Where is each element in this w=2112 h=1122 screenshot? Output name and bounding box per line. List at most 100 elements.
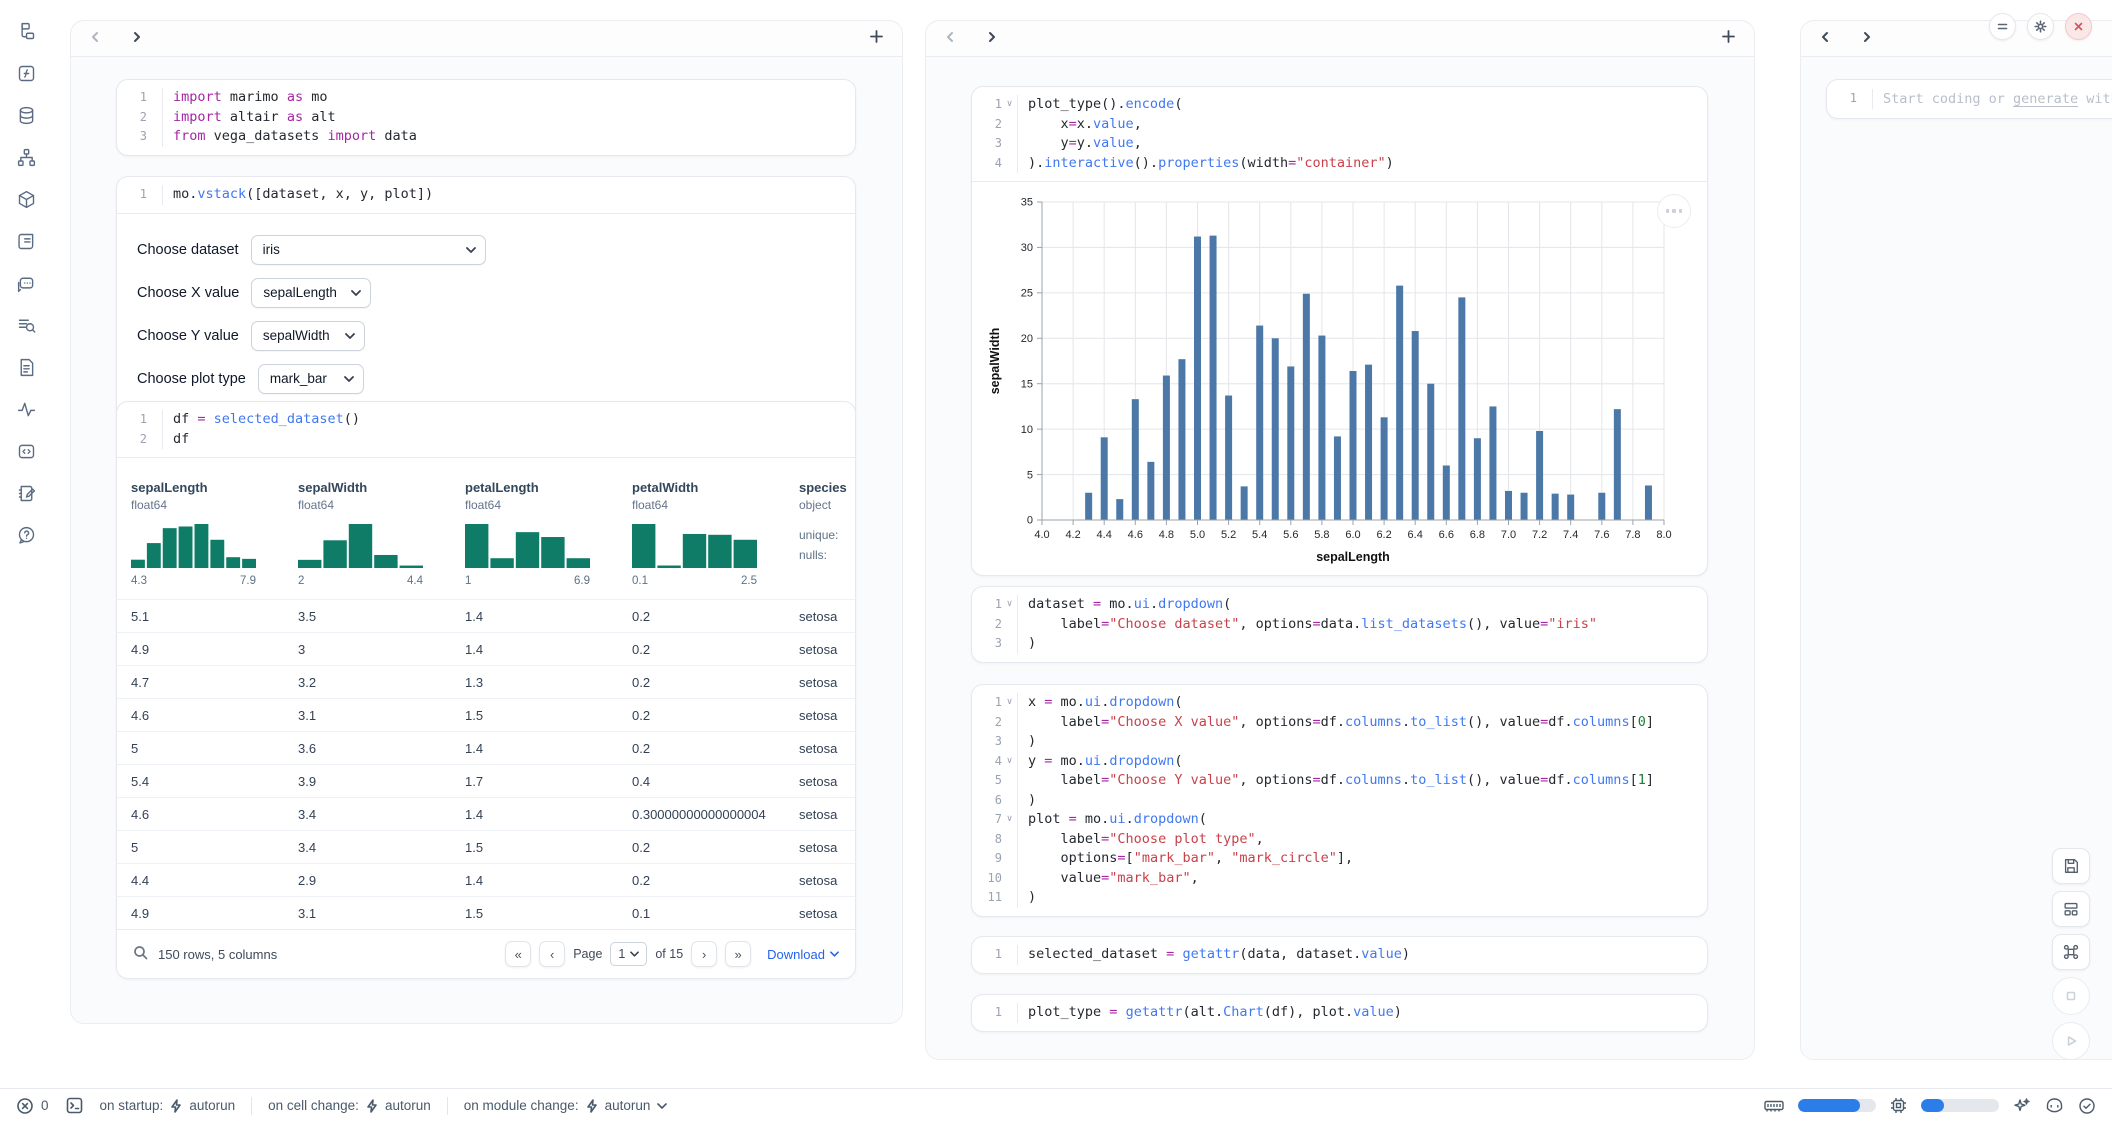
layout-button[interactable] [2052,891,2090,927]
y-value-select[interactable]: sepalWidth [251,321,365,351]
column-histogram [465,524,590,568]
terminal-button[interactable] [65,1096,84,1115]
column-header[interactable]: sepalLengthfloat644.37.9 [117,480,284,587]
close-icon [2072,20,2085,33]
dataframe-output: sepalLengthfloat644.37.9sepalWidthfloat6… [117,457,855,978]
code-editor[interactable]: 1∨plot_type().encode(2 x=x.value,3 y=y.v… [972,87,1707,181]
shutdown-button[interactable] [2065,13,2092,40]
play-icon [2063,1033,2079,1049]
code-editor[interactable]: 1 Start coding or generate with AI [1827,80,2112,118]
cell-selected-dataset: 1selected_dataset = getattr(data, datase… [971,936,1708,974]
chevron-right-icon[interactable] [131,30,143,48]
cell-xy-plot-dropdowns: 1∨x = mo.ui.dropdown(2 label="Choose X v… [971,684,1708,917]
first-page-button[interactable]: « [505,941,531,967]
bar-chart[interactable]: 4.04.24.44.64.85.05.25.45.65.86.06.26.46… [986,192,1678,566]
packages-icon[interactable] [13,186,39,212]
help-icon[interactable] [13,522,39,548]
column-header[interactable]: speciesobjectunique:nulls: [785,480,855,587]
code-editor[interactable]: 1∨dataset = mo.ui.dropdown(2 label="Choo… [972,587,1707,662]
generate-with-ai-link[interactable]: generate [2013,91,2078,107]
snippets-icon[interactable] [13,354,39,380]
code-editor[interactable]: 1plot_type = getattr(alt.Chart(df), plot… [972,995,1707,1031]
errors-indicator[interactable]: 0 [16,1097,49,1115]
chevron-left-icon[interactable] [1819,30,1831,48]
code-editor[interactable]: 1df = selected_dataset()2df [117,402,855,457]
svg-text:7.4: 7.4 [1563,529,1578,541]
svg-text:15: 15 [1021,378,1033,390]
svg-text:4.8: 4.8 [1159,529,1174,541]
table-row[interactable]: 4.931.40.2setosa [117,632,855,665]
variables-icon[interactable] [13,60,39,86]
stop-button[interactable] [2052,977,2090,1015]
code-editor[interactable]: 1import marimo as mo2import altair as al… [117,80,855,155]
documentation-icon[interactable] [13,438,39,464]
download-button[interactable]: Download [767,947,839,962]
column-header[interactable]: petalLengthfloat6416.9 [451,480,618,587]
terminal-icon [65,1096,84,1115]
page-label: Page [573,947,602,961]
code-editor[interactable]: 1mo.vstack([dataset, x, y, plot]) [117,177,855,213]
dataset-select[interactable]: iris [251,235,486,265]
file-tree-icon[interactable] [13,18,39,44]
code-editor[interactable]: 1selected_dataset = getattr(data, datase… [972,937,1707,973]
chevron-right-icon[interactable] [1861,30,1873,48]
save-button[interactable] [2052,848,2090,884]
column-header[interactable]: petalWidthfloat640.12.5 [618,480,785,587]
run-all-button[interactable] [2052,1022,2090,1060]
shortcuts-button[interactable] [2052,934,2090,970]
database-icon[interactable] [13,102,39,128]
copilot-icon[interactable] [2045,1097,2064,1114]
cell-dataframe: 1df = selected_dataset()2df sepalLengthf… [116,401,856,979]
table-row[interactable]: 5.13.51.40.2setosa [117,599,855,632]
x-value-select[interactable]: sepalLength [251,278,371,308]
prev-page-button[interactable]: ‹ [539,941,565,967]
dependencies-icon[interactable] [13,144,39,170]
last-page-button[interactable]: » [725,941,751,967]
pagination: « ‹ Page 1 of 15 › » Download [505,941,839,967]
menu-button[interactable] [1989,13,2016,40]
table-row[interactable]: 53.41.50.2setosa [117,830,855,863]
column-histogram [131,524,256,568]
search-icon[interactable] [133,945,148,963]
page-select[interactable]: 1 [610,942,647,966]
ai-chat-icon[interactable] [13,270,39,296]
table-row[interactable]: 4.93.11.50.1setosa [117,896,855,929]
tracing-icon[interactable] [13,396,39,422]
cell-imports: 1import marimo as mo2import altair as al… [116,79,856,156]
cell-chart: 1∨plot_type().encode(2 x=x.value,3 y=y.v… [971,86,1708,576]
middle-panel-header [926,21,1754,57]
connection-status-icon[interactable] [2078,1097,2096,1115]
code-editor[interactable]: 1∨x = mo.ui.dropdown(2 label="Choose X v… [972,685,1707,916]
on-startup-toggle[interactable]: on startup: autorun [100,1098,236,1113]
table-row[interactable]: 53.61.40.2setosa [117,731,855,764]
chart-actions-button[interactable] [1657,194,1691,228]
on-module-change-toggle[interactable]: on module change: autorun [464,1098,668,1113]
plot-type-select[interactable]: mark_bar [258,364,364,394]
next-page-button[interactable]: › [691,941,717,967]
table-row[interactable]: 5.43.91.70.4setosa [117,764,855,797]
chevron-down-icon [351,290,361,296]
dataset-control: Choose dataset iris [137,235,835,265]
scratchpad-icon[interactable] [13,228,39,254]
add-cell-icon[interactable] [1721,29,1736,49]
sidebar [0,0,52,1086]
cpu-icon [1890,1097,1907,1114]
logs-icon[interactable] [13,312,39,338]
chevron-left-icon[interactable] [89,30,101,48]
ai-sparkle-icon[interactable] [2013,1097,2031,1115]
chevron-left-icon[interactable] [944,30,956,48]
table-row[interactable]: 4.63.41.40.30000000000000004setosa [117,797,855,830]
table-row[interactable]: 4.42.91.40.2setosa [117,863,855,896]
left-panel-header [71,21,902,57]
svg-text:0: 0 [1027,515,1033,527]
table-row[interactable]: 4.73.21.30.2setosa [117,665,855,698]
table-row[interactable]: 4.63.11.50.2setosa [117,698,855,731]
cell-plot-type: 1plot_type = getattr(alt.Chart(df), plot… [971,994,1708,1032]
notebook-icon[interactable] [13,480,39,506]
on-cell-change-toggle[interactable]: on cell change: autorun [268,1098,431,1113]
chevron-right-icon[interactable] [986,30,998,48]
column-header[interactable]: sepalWidthfloat6424.4 [284,480,451,587]
chevron-down-icon [344,376,354,382]
settings-button[interactable] [2027,13,2054,40]
add-cell-icon[interactable] [869,29,884,49]
